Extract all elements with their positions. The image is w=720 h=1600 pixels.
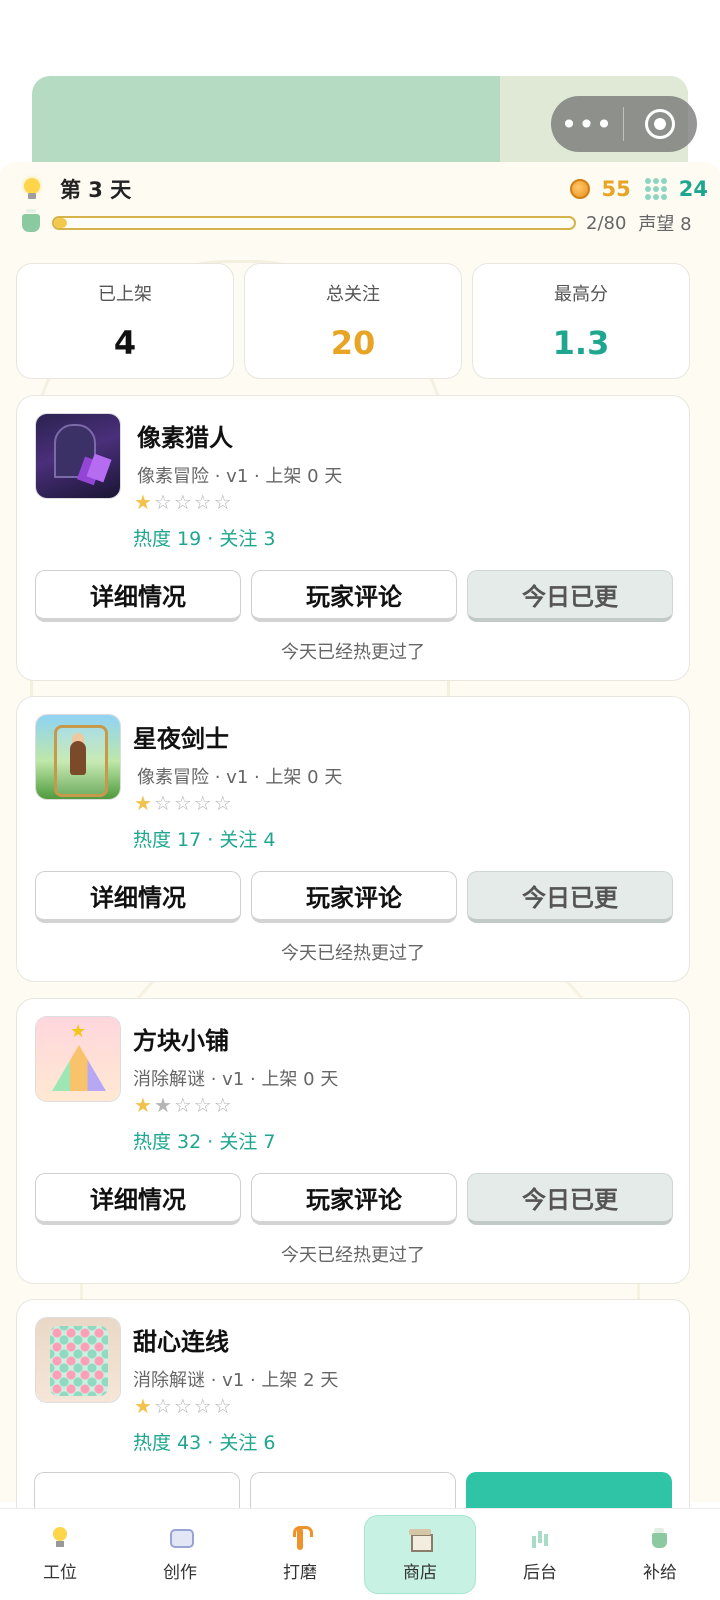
game-icon	[35, 1016, 121, 1102]
more-menu-button[interactable]: •••	[551, 96, 623, 152]
nav-item-supply[interactable]: 补给	[600, 1509, 720, 1600]
nav-label: 创作	[163, 1563, 197, 1583]
update-note: 今天已经热更过了	[281, 943, 425, 964]
nav-item-workstation[interactable]: 工位	[0, 1509, 120, 1600]
details-button[interactable]: 详细情况	[35, 871, 241, 923]
update-note: 今天已经热更过了	[281, 642, 425, 663]
game-title: 甜心连线	[133, 1328, 229, 1356]
stat-label: 最高分	[554, 284, 608, 305]
game-heat: 热度 19 · 关注 3	[133, 528, 276, 550]
reputation-text: 声望 8	[638, 214, 692, 235]
reviews-button[interactable]: 玩家评论	[251, 570, 457, 622]
stat-label: 已上架	[98, 284, 152, 305]
game-icon	[35, 1317, 121, 1403]
close-miniprogram-button[interactable]	[624, 96, 696, 152]
coin-count: 55	[601, 177, 631, 201]
chart-icon	[528, 1526, 552, 1550]
card-buttons-partial	[34, 1472, 672, 1512]
game-meta: 像素冒险 · v1 · 上架 0 天	[137, 767, 343, 788]
nav-item-create[interactable]: 创作	[120, 1509, 240, 1600]
game-card: 像素猎人 像素冒险 · v1 · 上架 0 天 ★☆☆☆☆ 热度 19 · 关注…	[16, 395, 690, 681]
cup-icon	[22, 209, 40, 232]
update-note: 今天已经热更过了	[281, 1245, 425, 1266]
progress-text: 2/80	[586, 212, 627, 234]
progress-bar	[52, 216, 576, 230]
bulb-icon	[22, 178, 42, 200]
nav-label: 后台	[523, 1563, 557, 1583]
game-card: 星夜剑士 像素冒险 · v1 · 上架 0 天 ★☆☆☆☆ 热度 17 · 关注…	[16, 696, 690, 982]
reviews-button[interactable]: 玩家评论	[251, 871, 457, 923]
nav-label: 商店	[403, 1563, 437, 1583]
hot-update-button[interactable]	[466, 1472, 672, 1512]
target-icon	[645, 109, 675, 139]
coin-icon	[569, 179, 590, 199]
game-title: 星夜剑士	[133, 725, 229, 753]
game-title: 像素猎人	[137, 424, 233, 452]
nav-label: 工位	[43, 1563, 77, 1583]
updated-button[interactable]: 今日已更	[467, 871, 673, 923]
game-heat: 热度 43 · 关注 6	[133, 1432, 276, 1454]
reviews-button[interactable]	[250, 1472, 456, 1512]
star-rating: ★★☆☆☆	[134, 1093, 234, 1117]
details-button[interactable]	[34, 1472, 240, 1512]
reviews-button[interactable]: 玩家评论	[251, 1173, 457, 1225]
wrench-icon	[288, 1526, 313, 1550]
game-heat: 热度 32 · 关注 7	[133, 1131, 276, 1153]
day-label: 第 3 天	[60, 178, 132, 202]
stat-followers: 总关注 20	[244, 263, 462, 379]
chat-icon	[168, 1526, 194, 1550]
game-title: 方块小铺	[133, 1027, 229, 1055]
stat-value: 20	[330, 324, 376, 362]
nav-item-backend[interactable]: 后台	[480, 1509, 600, 1600]
shop-icon	[408, 1526, 433, 1552]
game-icon	[35, 413, 121, 499]
stat-value: 1.3	[552, 324, 610, 362]
stat-top-score: 最高分 1.3	[472, 263, 690, 379]
game-meta: 消除解谜 · v1 · 上架 2 天	[133, 1370, 339, 1391]
updated-button[interactable]: 今日已更	[467, 570, 673, 622]
progress-row: 2/80 声望 8	[18, 209, 708, 236]
bulb-icon	[48, 1526, 72, 1550]
nav-label: 补给	[643, 1563, 677, 1583]
bottom-nav: 工位 创作 打磨 商店 后台 补给	[0, 1508, 720, 1600]
stat-value: 4	[113, 324, 137, 362]
details-button[interactable]: 详细情况	[35, 570, 241, 622]
miniprogram-capsule: •••	[551, 96, 697, 152]
star-rating: ★☆☆☆☆	[134, 490, 234, 514]
gem-icon	[644, 178, 669, 200]
nav-item-polish[interactable]: 打磨	[240, 1509, 360, 1600]
cup-icon	[648, 1526, 672, 1550]
stat-label: 总关注	[326, 284, 380, 305]
game-meta: 像素冒险 · v1 · 上架 0 天	[137, 466, 343, 487]
game-card: 方块小铺 消除解谜 · v1 · 上架 0 天 ★★☆☆☆ 热度 32 · 关注…	[16, 998, 690, 1284]
star-rating: ★☆☆☆☆	[134, 1394, 234, 1418]
game-meta: 消除解谜 · v1 · 上架 0 天	[133, 1069, 339, 1090]
game-heat: 热度 17 · 关注 4	[133, 829, 276, 851]
stats-row: 已上架 4 总关注 20 最高分 1.3	[16, 263, 690, 379]
nav-item-shop[interactable]: 商店	[360, 1509, 480, 1600]
stat-listed: 已上架 4	[16, 263, 234, 379]
nav-label: 打磨	[283, 1563, 317, 1583]
star-rating: ★☆☆☆☆	[134, 791, 234, 815]
gem-count: 24	[678, 177, 708, 201]
details-button[interactable]: 详细情况	[35, 1173, 241, 1225]
game-icon	[35, 714, 121, 800]
updated-button[interactable]: 今日已更	[467, 1173, 673, 1225]
status-bar: 第 3 天 55 24	[18, 172, 708, 206]
